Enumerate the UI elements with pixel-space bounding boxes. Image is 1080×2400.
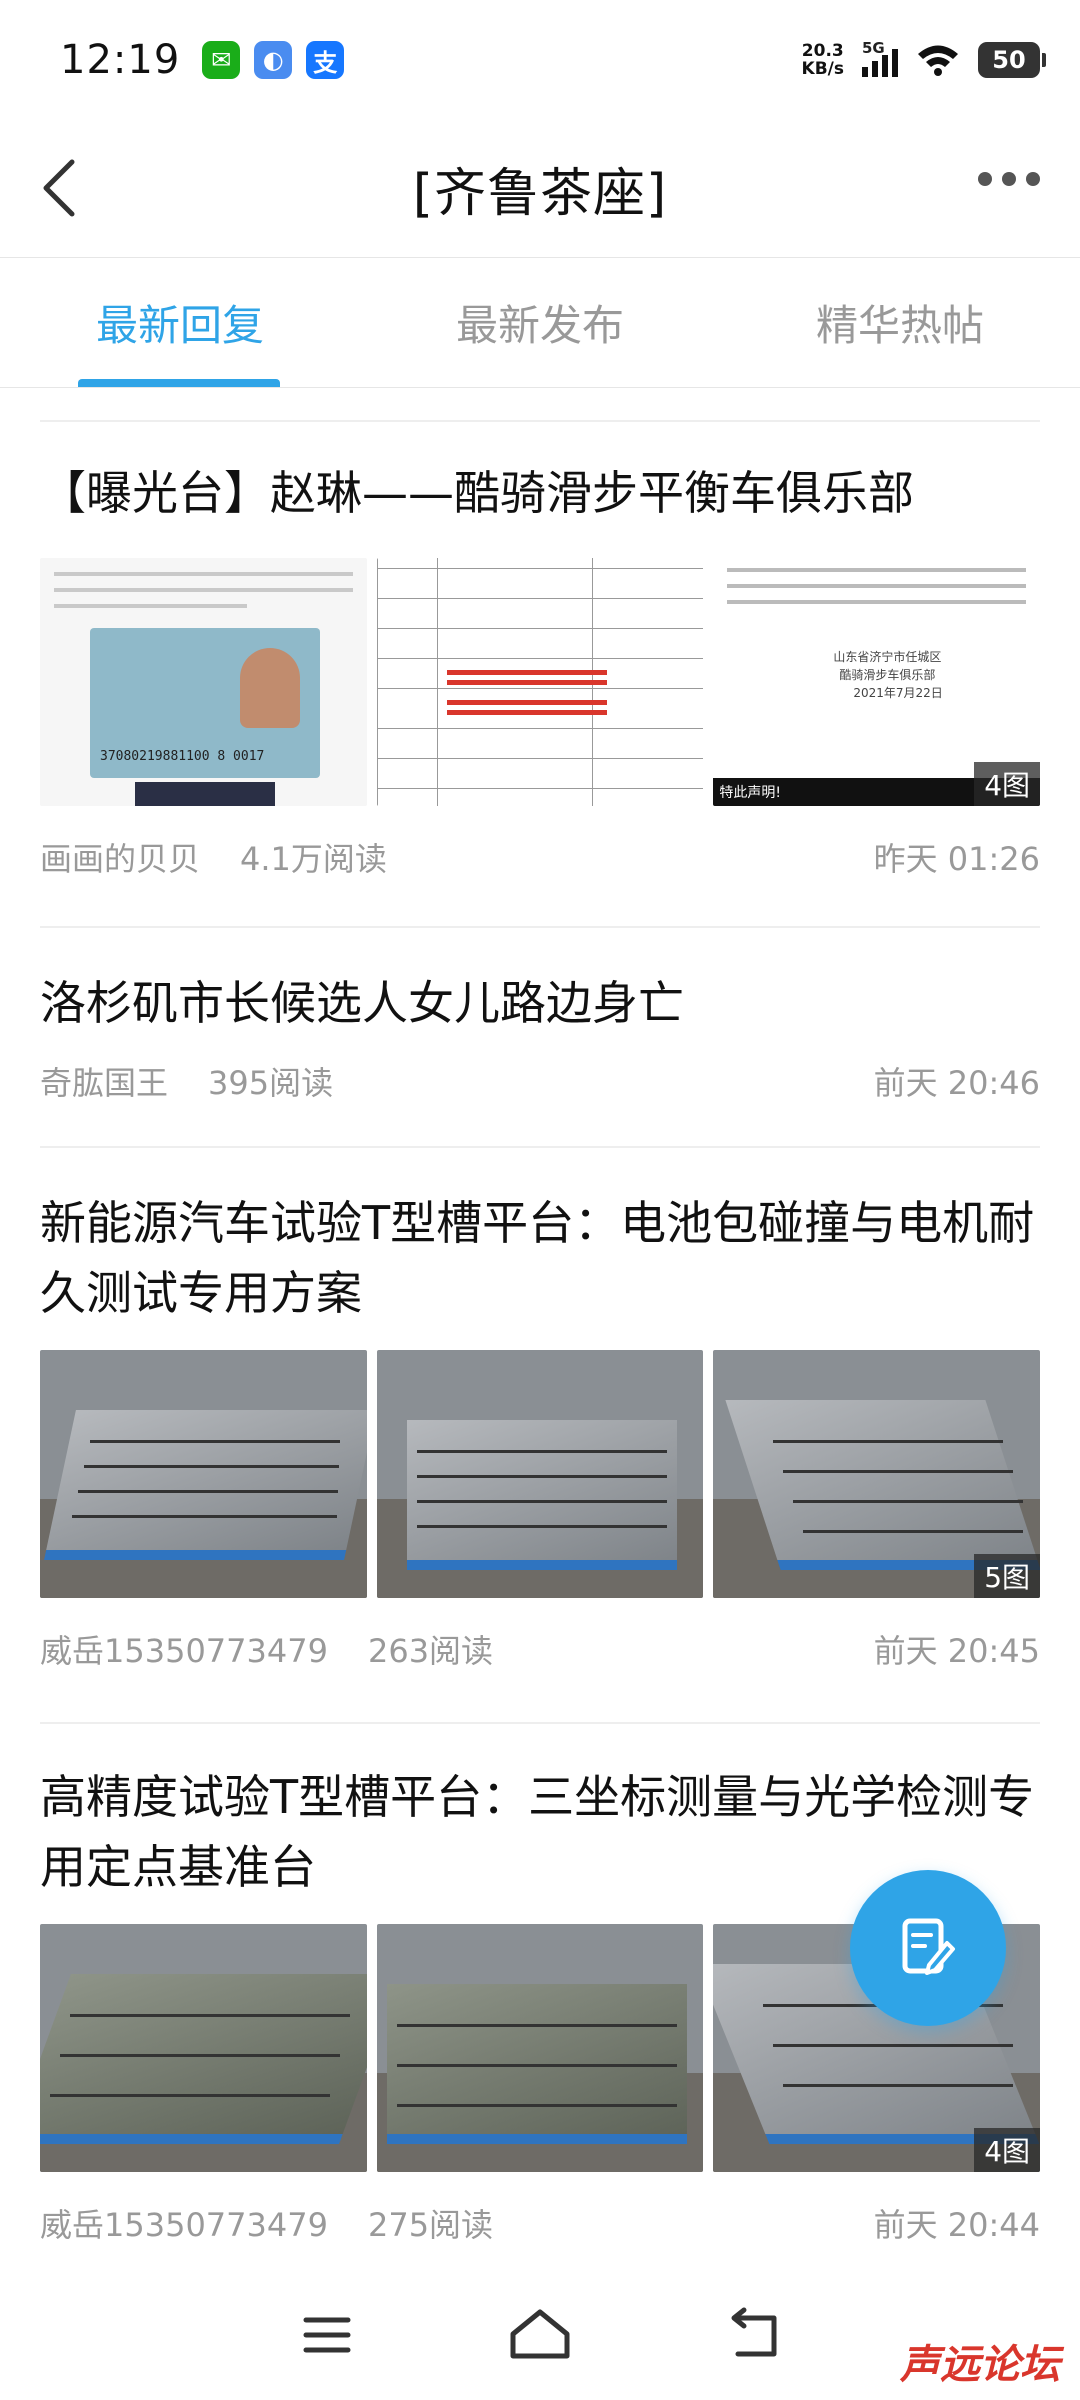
network-speed-value: 20.3 xyxy=(801,41,844,61)
post-image[interactable] xyxy=(40,1924,367,2172)
id-card-number: 37080219881100 8 0017 xyxy=(100,749,265,764)
post-time: 前天 20:46 xyxy=(873,1064,1040,1102)
id-card-image: 37080219881100 8 0017 xyxy=(90,628,320,778)
post-meta: 画画的贝贝 4.1万阅读 昨天 01:26 xyxy=(40,834,1040,880)
post-item[interactable]: 【曝光台】赵琳——酷骑滑步平衡车俱乐部 37080219881100 8 001… xyxy=(40,458,1041,880)
compose-post-button[interactable] xyxy=(850,1870,1006,2026)
post-meta: 奇肱国王 395阅读 前天 20:46 xyxy=(40,1058,1040,1104)
alipay-icon: 支 xyxy=(306,41,345,79)
status-bar: 12:19 ✉ ◐ 支 20.3 KB/s 5G 50 xyxy=(0,0,1080,120)
page-title: [齐鲁茶座] xyxy=(412,164,668,224)
post-title[interactable]: 新能源汽车试验T型槽平台：电池包碰撞与电机耐久测试专用方案 xyxy=(40,1188,1040,1328)
post-title[interactable]: 【曝光台】赵琳——酷骑滑步平衡车俱乐部 xyxy=(40,458,1040,528)
wifi-icon xyxy=(918,45,958,76)
post-read-count: 275阅读 xyxy=(367,2206,494,2244)
image-count-badge: 4图 xyxy=(974,762,1041,806)
post-image[interactable] xyxy=(40,1350,367,1598)
wechat-icon: ✉ xyxy=(202,41,241,79)
post-read-count: 4.1万阅读 xyxy=(240,840,387,878)
tab-bar: 最新回复 最新发布 精华热帖 xyxy=(0,258,1080,388)
post-image[interactable] xyxy=(376,558,704,806)
post-title[interactable]: 洛杉矶市长候选人女儿路边身亡 xyxy=(40,968,1040,1038)
post-author[interactable]: 威岳15350773479 xyxy=(40,1626,328,1672)
divider xyxy=(40,1146,1040,1148)
image-count-badge: 5图 xyxy=(974,1554,1041,1598)
post-time: 前天 20:45 xyxy=(873,1632,1040,1670)
post-time: 前天 20:44 xyxy=(873,2206,1040,2244)
forum-watermark: 声远论坛 xyxy=(900,2342,1060,2388)
divider xyxy=(40,926,1040,928)
battery-icon: 50 xyxy=(978,42,1046,78)
edit-document-icon xyxy=(902,1918,955,1975)
post-image[interactable] xyxy=(376,1924,704,2172)
post-read-count: 263阅读 xyxy=(367,1632,494,1670)
network-type-label: 5G xyxy=(862,39,885,57)
letter-date: 2021年7月22日 xyxy=(853,686,943,700)
post-image[interactable] xyxy=(376,1350,704,1598)
battery-level: 50 xyxy=(992,46,1026,74)
post-image[interactable]: 5图 xyxy=(713,1350,1041,1598)
post-image[interactable]: 山东省济宁市任城区 酷骑滑步车俱乐部 2021年7月22日 特此声明! 4图 xyxy=(713,558,1041,806)
post-images: 37080219881100 8 0017 山东省济宁市任城区 酷骑滑步车俱乐部… xyxy=(40,558,1041,806)
post-item[interactable]: 洛杉矶市长候选人女儿路边身亡 奇肱国王 395阅读 前天 20:46 xyxy=(40,968,1040,1104)
post-author[interactable]: 奇肱国王 xyxy=(40,1058,168,1104)
back-icon[interactable] xyxy=(30,156,94,220)
post-item[interactable]: 新能源汽车试验T型槽平台：电池包碰撞与电机耐久测试专用方案 5图 威岳15350… xyxy=(40,1188,1041,1672)
network-speed: 20.3 KB/s xyxy=(802,42,844,78)
more-options-icon[interactable] xyxy=(978,172,1040,186)
assistant-app-icon: ◐ xyxy=(254,41,293,79)
post-author[interactable]: 威岳15350773479 xyxy=(40,2200,328,2246)
letter-org-line1: 山东省济宁市任城区 xyxy=(833,650,942,664)
tab-featured-posts[interactable]: 精华热帖 xyxy=(720,258,1080,387)
tab-latest-posts[interactable]: 最新发布 xyxy=(360,258,720,387)
post-author[interactable]: 画画的贝贝 xyxy=(40,834,200,880)
cellular-signal-icon: 5G xyxy=(862,39,898,77)
letter-org-line2: 酷骑滑步车俱乐部 xyxy=(839,668,936,682)
post-image[interactable]: 37080219881100 8 0017 xyxy=(40,558,367,806)
post-time: 昨天 01:26 xyxy=(873,840,1040,878)
post-read-count: 395阅读 xyxy=(208,1064,334,1102)
divider xyxy=(40,420,1040,422)
post-images: 5图 xyxy=(40,1350,1041,1598)
back-nav-icon[interactable] xyxy=(718,2300,788,2370)
post-meta: 威岳15350773479 263阅读 前天 20:45 xyxy=(40,1626,1040,1672)
status-time: 12:19 xyxy=(60,37,181,83)
status-app-icons: ✉ ◐ 支 xyxy=(202,41,345,79)
post-meta: 威岳15350773479 275阅读 前天 20:44 xyxy=(40,2200,1040,2246)
home-icon[interactable] xyxy=(505,2300,575,2370)
notice-text: 特此声明! xyxy=(719,785,781,801)
menu-icon[interactable] xyxy=(292,2300,362,2370)
image-count-badge: 4图 xyxy=(974,2128,1041,2172)
tab-latest-replies[interactable]: 最新回复 xyxy=(0,258,360,387)
network-speed-unit: KB/s xyxy=(801,59,844,79)
nav-bar: [齐鲁茶座] xyxy=(0,120,1080,258)
divider xyxy=(40,1722,1040,1724)
